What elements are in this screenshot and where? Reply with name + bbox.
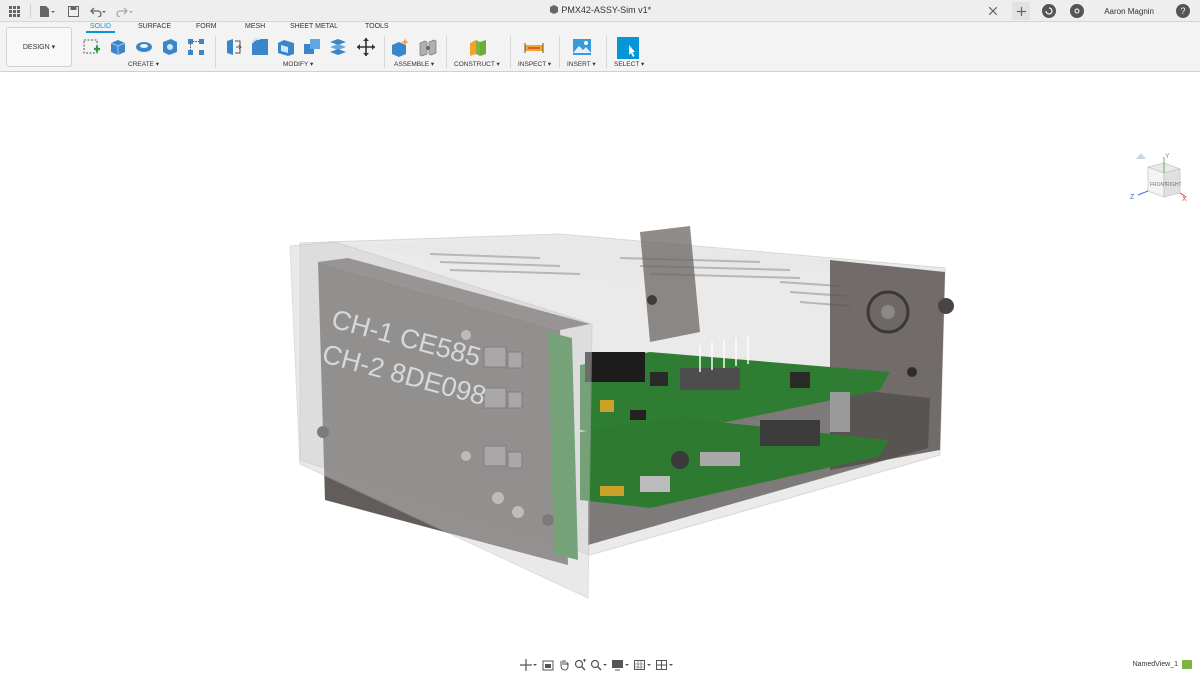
create-menu[interactable]: CREATE ▾ [128,60,159,68]
modify-menu[interactable]: MODIFY ▾ [283,60,313,68]
construct-menu[interactable]: CONSTRUCT ▾ [454,60,500,68]
select-icon[interactable] [617,37,639,59]
assembly-model[interactable]: CH-1 CE585 CH-2 8DE098 [0,73,1200,656]
grid-settings-icon[interactable] [634,658,652,672]
display-settings-icon[interactable] [612,658,630,672]
viewports-icon[interactable] [656,658,674,672]
app-grid-icon[interactable] [4,3,24,19]
view-cube-right[interactable]: RIGHT [1166,182,1182,188]
revolve-icon[interactable] [134,37,154,57]
user-account-name[interactable]: Aaron Magnin [1104,7,1154,16]
pan-icon[interactable] [558,658,570,672]
axis-z-label: Z [1130,194,1135,201]
extrude-icon[interactable] [108,37,128,57]
save-icon[interactable] [63,3,83,19]
title-bar: PMX42-ASSY-Sim v1* Aaron Magnin ? [0,0,1200,22]
pattern-icon[interactable] [186,37,206,57]
inspect-menu[interactable]: INSPECT ▾ [518,60,551,68]
job-status-icon[interactable] [1040,2,1058,20]
tab-mesh[interactable]: MESH [245,23,265,30]
zoom-icon[interactable] [574,658,586,672]
separator [510,36,511,68]
document-icon [549,5,562,15]
help-icon[interactable]: ? [1174,2,1192,20]
comment-icon[interactable] [1182,660,1192,669]
move-icon[interactable] [356,37,376,57]
combine-icon[interactable] [302,37,322,57]
press-pull-icon[interactable] [224,37,244,57]
tab-form[interactable]: FORM [196,23,217,30]
tab-tools[interactable]: TOOLS [365,23,389,30]
view-cube[interactable]: FRONT RIGHT Y Z X [1128,149,1188,209]
fit-icon[interactable] [590,658,608,672]
separator [215,36,216,68]
fillet-icon[interactable] [250,37,270,57]
canvas-viewport[interactable]: CH-1 CE585 CH-2 8DE098 FRONT RIGHT Y Z X [0,73,1200,656]
insert-menu[interactable]: INSERT ▾ [567,60,596,68]
file-menu-icon[interactable] [37,3,57,19]
hole-icon[interactable] [160,37,180,57]
axis-x-label: X [1182,196,1187,203]
new-sketch-icon[interactable] [82,37,102,57]
tab-sheet-metal[interactable]: SHEET METAL [290,23,338,30]
document-title: PMX42-ASSY-Sim v1* [561,5,652,15]
title-bar-right: Aaron Magnin ? [984,2,1192,20]
assemble-menu[interactable]: ASSEMBLE ▾ [394,60,434,68]
plane-icon[interactable] [468,37,488,57]
separator [30,4,31,18]
separator [606,36,607,68]
new-component-icon[interactable] [390,37,410,57]
navigation-bar: NamedView_1 [0,656,1200,676]
separator [559,36,560,68]
separator [384,36,385,68]
view-cube-front[interactable]: FRONT [1150,182,1167,188]
undo-icon[interactable] [89,3,109,19]
measure-icon[interactable] [524,37,544,57]
named-view-label[interactable]: NamedView_1 [1133,661,1178,668]
tab-surface[interactable]: SURFACE [138,23,171,30]
close-tab-icon[interactable] [984,2,1002,20]
home-icon [1136,153,1146,159]
shell-icon[interactable] [276,37,296,57]
notifications-icon[interactable] [1068,2,1086,20]
redo-icon[interactable] [115,3,135,19]
orbit-icon[interactable] [520,658,538,672]
stack-icon[interactable] [328,37,348,57]
navigation-tools [520,658,674,672]
tab-solid[interactable]: SOLID [85,23,116,33]
quick-access-toolbar [4,3,135,19]
insert-image-icon[interactable] [572,37,592,57]
axis-y-label: Y [1165,153,1170,160]
select-menu[interactable]: SELECT ▾ [614,60,644,68]
look-at-icon[interactable] [542,658,554,672]
separator [446,36,447,68]
new-tab-icon[interactable] [1012,2,1031,20]
workspace-switcher[interactable]: DESIGN ▾ [6,27,72,67]
joint-icon[interactable] [418,37,438,57]
ribbon-toolbar: DESIGN ▾ SOLID SURFACE FORM MESH SHEET M… [0,22,1200,72]
